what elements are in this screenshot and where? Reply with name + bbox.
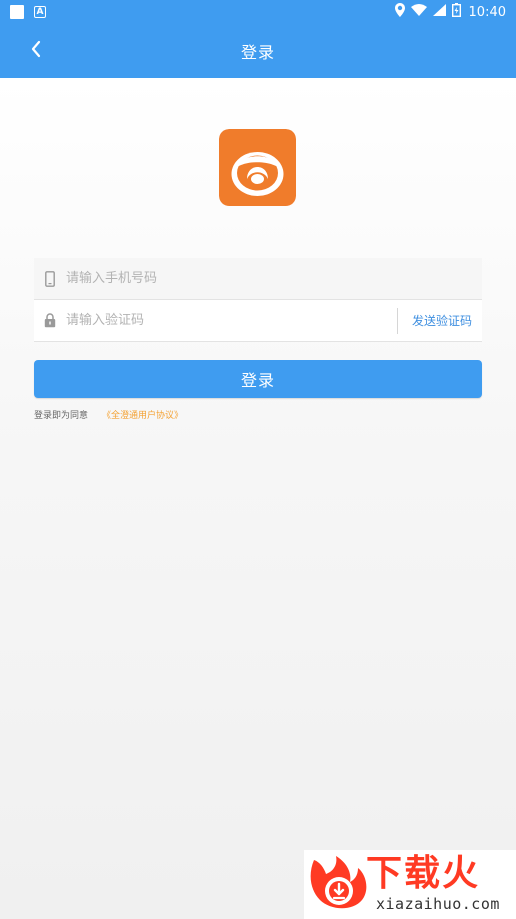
send-code-button[interactable]: 发送验证码 <box>412 312 482 329</box>
status-bar: A 10:40 <box>0 0 516 24</box>
white-square-icon <box>10 5 24 19</box>
top-bar: A 10:40 登录 <box>0 0 516 78</box>
signal-icon <box>432 4 446 20</box>
agreement-link[interactable]: 《全澄通用户协议》 <box>102 408 183 421</box>
agreement-text: 登录即为同意 <box>34 410 89 421</box>
page-title: 登录 <box>240 43 275 62</box>
watermark-text-en: xiazaihuo.com <box>376 895 500 913</box>
wifi-icon <box>410 4 427 20</box>
verification-code-input[interactable] <box>66 299 397 342</box>
phone-icon <box>34 258 66 300</box>
phone-input[interactable] <box>66 257 482 300</box>
login-button[interactable]: 登录 <box>34 360 482 398</box>
lock-icon <box>34 300 66 342</box>
notification-a-glyph: A <box>36 6 44 17</box>
location-pin-icon <box>394 3 405 21</box>
agreement: 登录即为同意 《全澄通用户协议》 <box>34 407 183 421</box>
phone-field <box>34 257 482 300</box>
notification-a-icon: A <box>34 6 46 18</box>
watermark: 下载火 xiazaihuo.com <box>304 850 516 919</box>
verification-field: 发送验证码 <box>34 299 482 342</box>
battery-icon <box>451 3 461 21</box>
watermark-text-cn: 下载火 <box>366 853 481 894</box>
navigation-bar: 登录 <box>0 24 516 78</box>
app-logo <box>219 129 296 206</box>
status-right: 10:40 <box>394 3 506 21</box>
field-divider <box>396 307 398 334</box>
status-left: A <box>10 5 46 19</box>
status-time: 10:40 <box>468 4 506 20</box>
